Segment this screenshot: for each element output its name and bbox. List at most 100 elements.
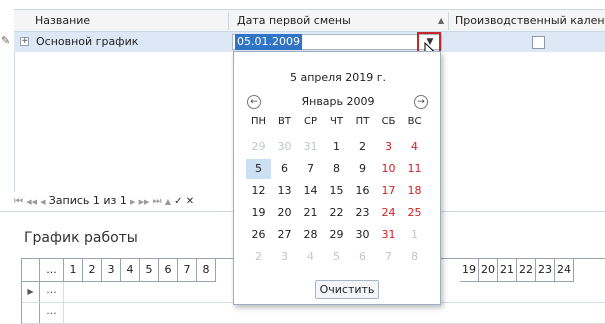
calendar-day[interactable]: 19	[246, 203, 271, 223]
schedule-row[interactable]: ...	[22, 303, 605, 324]
calendar-day[interactable]: 22	[324, 203, 349, 223]
column-separator	[448, 12, 449, 30]
schedule-header-cell: 8	[197, 259, 216, 282]
calendar-day[interactable]: 13	[272, 181, 297, 201]
schedule-header-cell: 3	[102, 259, 121, 282]
calendar-day[interactable]: 7	[376, 247, 401, 267]
last-record-button[interactable]: ⏭	[153, 196, 162, 207]
calendar-day[interactable]: 2	[246, 247, 271, 267]
schedule-header-cell: 20	[479, 259, 498, 282]
calendar-day[interactable]: 21	[298, 203, 323, 223]
calendar-day[interactable]: 24	[376, 203, 401, 223]
calendar-day[interactable]: 31	[376, 225, 401, 245]
weekday-label: ПН	[250, 116, 267, 127]
schedule-header-cell: 6	[159, 259, 178, 282]
calendar-day[interactable]: 2	[350, 137, 375, 157]
calendar-day[interactable]: 15	[324, 181, 349, 201]
prev-page-button[interactable]: ◀◀	[26, 198, 37, 206]
calendar-popup: 5 апреля 2019 г. ← Январь 2009 → ПН ВТ СР Ч…	[233, 51, 441, 305]
column-header-first-shift-date[interactable]: Дата первой смены	[232, 10, 427, 31]
next-page-button[interactable]: ▶▶	[139, 198, 150, 206]
weekday-label: ВС	[407, 116, 422, 127]
schedule-row-cell[interactable]: ...	[40, 282, 64, 302]
calendar-day[interactable]: 11	[402, 159, 427, 179]
schedule-header-cell: 19	[460, 259, 479, 282]
calendar-day[interactable]: 8	[324, 159, 349, 179]
calendar-day[interactable]: 20	[272, 203, 297, 223]
schedule-header-cell: 22	[517, 259, 536, 282]
grid-header: Название Дата первой смены ▲ Производств…	[14, 9, 605, 32]
schedule-row-cell[interactable]: ...	[40, 303, 64, 323]
schedule-header-cell: ...	[40, 259, 64, 282]
column-header-name[interactable]: Название	[30, 10, 235, 31]
schedule-section-title: График работы	[24, 230, 138, 246]
production-calendar-checkbox[interactable]	[532, 36, 545, 49]
calendar-day[interactable]: 5	[324, 247, 349, 267]
calendar-day[interactable]: 1	[324, 137, 349, 157]
schedule-header-cell: 1	[64, 259, 83, 282]
calendar-day[interactable]: 8	[402, 247, 427, 267]
current-row-indicator-icon: ▶	[22, 282, 40, 302]
calendar-day[interactable]: 26	[246, 225, 271, 245]
schedule-header-cell: 2	[83, 259, 102, 282]
calendar-day[interactable]: 30	[350, 225, 375, 245]
apply-button[interactable]: ✓	[174, 196, 182, 207]
prev-record-button[interactable]: ◀	[40, 198, 45, 206]
row-indicator	[22, 303, 40, 323]
calendar-day[interactable]: 23	[350, 203, 375, 223]
schedule-corner-cell	[22, 259, 40, 282]
first-record-button[interactable]: ⏮	[14, 196, 23, 207]
calendar-day[interactable]: 3	[272, 247, 297, 267]
weekday-label: СБ	[381, 116, 396, 127]
calendar-day[interactable]: 16	[350, 181, 375, 201]
weekday-label: ПТ	[355, 116, 370, 127]
calendar-day[interactable]: 4	[402, 137, 427, 157]
calendar-day[interactable]: 1	[402, 225, 427, 245]
weekday-label: ВТ	[278, 116, 291, 127]
today-date-link[interactable]: 5 апреля 2019 г.	[234, 71, 442, 84]
calendar-day[interactable]: 29	[246, 137, 271, 157]
pencil-edit-icon: ✎	[1, 34, 11, 47]
grid-left-border	[14, 52, 15, 192]
cell-schedule-name[interactable]: Основной график	[36, 33, 138, 51]
expand-row-icon[interactable]: +	[20, 37, 29, 46]
calendar-day[interactable]: 5	[246, 159, 271, 179]
calendar-day[interactable]: 3	[376, 137, 401, 157]
schedule-header-cell: 5	[140, 259, 159, 282]
calendar-day[interactable]: 6	[272, 159, 297, 179]
calendar-month-title[interactable]: Январь 2009	[234, 95, 442, 108]
cancel-button[interactable]: ✕	[186, 196, 194, 207]
column-header-production-calendar[interactable]: Производственный календарь	[450, 10, 605, 31]
calendar-day[interactable]: 28	[298, 225, 323, 245]
calendar-day[interactable]: 14	[298, 181, 323, 201]
calendar-day[interactable]: 6	[350, 247, 375, 267]
calendar-day[interactable]: 29	[324, 225, 349, 245]
date-input-value[interactable]: 05.01.2009	[235, 34, 302, 50]
column-separator	[228, 12, 229, 30]
calendar-day[interactable]: 9	[350, 159, 375, 179]
calendar-day[interactable]: 18	[402, 181, 427, 201]
add-record-button[interactable]: ▲	[165, 197, 171, 206]
calendar-day[interactable]: 4	[298, 247, 323, 267]
schedule-header-cell: 24	[555, 259, 574, 282]
weekday-label: СР	[303, 116, 317, 127]
calendar-day[interactable]: 31	[298, 137, 323, 157]
calendar-day[interactable]: 30	[272, 137, 297, 157]
calendar-day[interactable]: 17	[376, 181, 401, 201]
schedule-header-cell: 7	[178, 259, 197, 282]
calendar-day[interactable]: 7	[298, 159, 323, 179]
next-month-icon[interactable]: →	[414, 95, 428, 109]
sort-ascending-icon: ▲	[438, 16, 445, 25]
calendar-day[interactable]: 27	[272, 225, 297, 245]
schedule-header-cell: 21	[498, 259, 517, 282]
weekday-label: ЧТ	[330, 116, 343, 127]
next-record-button[interactable]: ▶	[130, 198, 135, 206]
clear-button[interactable]: Очистить	[315, 280, 379, 299]
calendar-day[interactable]: 10	[376, 159, 401, 179]
record-counter: Запись 1 из 1	[48, 194, 127, 207]
calendar-day[interactable]: 12	[246, 181, 271, 201]
schedule-header-cell: 23	[536, 259, 555, 282]
schedule-header-cell: 4	[121, 259, 140, 282]
calendar-day[interactable]: 25	[402, 203, 427, 223]
record-navigator: ⏮ ◀◀ ◀ Запись 1 из 1 ▶ ▶▶ ⏭ ▲ ✓ ✕	[14, 193, 239, 209]
